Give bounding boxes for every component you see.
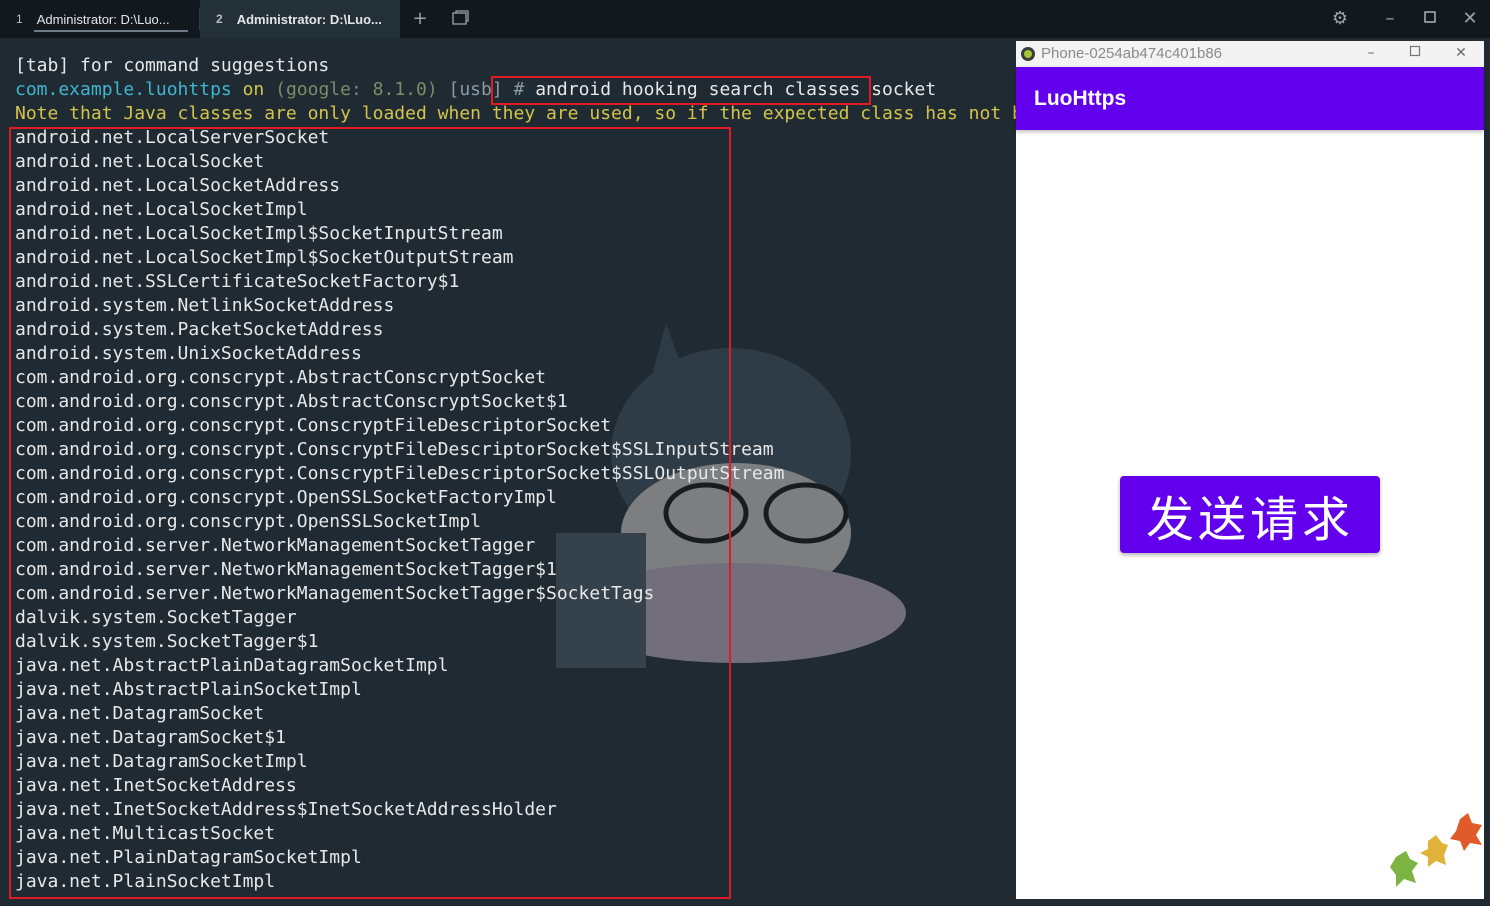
maximize-icon[interactable]	[1420, 9, 1440, 29]
results-highlight-box	[9, 127, 731, 899]
minimize-icon[interactable]: –	[1361, 43, 1381, 63]
tab-1[interactable]: 1 Administrator: D:\Luo...	[0, 0, 198, 38]
prompt-on: on	[231, 79, 276, 100]
android-icon	[1021, 47, 1035, 61]
maximize-icon[interactable]	[1405, 43, 1425, 63]
tab-number: 2	[216, 12, 223, 26]
prompt-device: (google: 8.1.0)	[275, 79, 438, 100]
minimize-icon[interactable]: –	[1380, 9, 1400, 29]
gear-icon[interactable]: ⚙	[1330, 9, 1350, 29]
send-request-button[interactable]: 发送请求	[1120, 476, 1380, 553]
tab-number: 1	[16, 12, 23, 26]
app-bar: LuoHttps	[1016, 67, 1484, 130]
tab-bar: 1 Administrator: D:\Luo... 2 Administrat…	[0, 0, 1490, 38]
plus-icon[interactable]: +	[410, 9, 430, 29]
app-title: LuoHttps	[1034, 87, 1127, 110]
command-highlight-box	[491, 76, 871, 105]
prompt-package: com.example.luohttps	[15, 79, 232, 100]
close-icon[interactable]: ✕	[1451, 43, 1471, 63]
phone-window: Phone-0254ab474c401b86 – ✕ LuoHttps 发送请求	[1016, 41, 1484, 899]
tab-label: Administrator: D:\Luo...	[36, 11, 170, 27]
close-icon[interactable]: ✕	[1460, 9, 1480, 29]
phone-window-title: Phone-0254ab474c401b86	[1041, 45, 1223, 62]
hint-line: [tab] for command suggestions	[15, 55, 330, 76]
panes-icon[interactable]	[450, 9, 470, 29]
phone-title-bar: Phone-0254ab474c401b86 – ✕	[1016, 41, 1484, 67]
tab-2[interactable]: 2 Administrator: D:\Luo...	[200, 0, 400, 38]
decorative-sticker-image	[1390, 813, 1482, 887]
note-line: Note that Java classes are only loaded w…	[15, 103, 1099, 124]
tab-label: Administrator: D:\Luo...	[236, 11, 382, 27]
